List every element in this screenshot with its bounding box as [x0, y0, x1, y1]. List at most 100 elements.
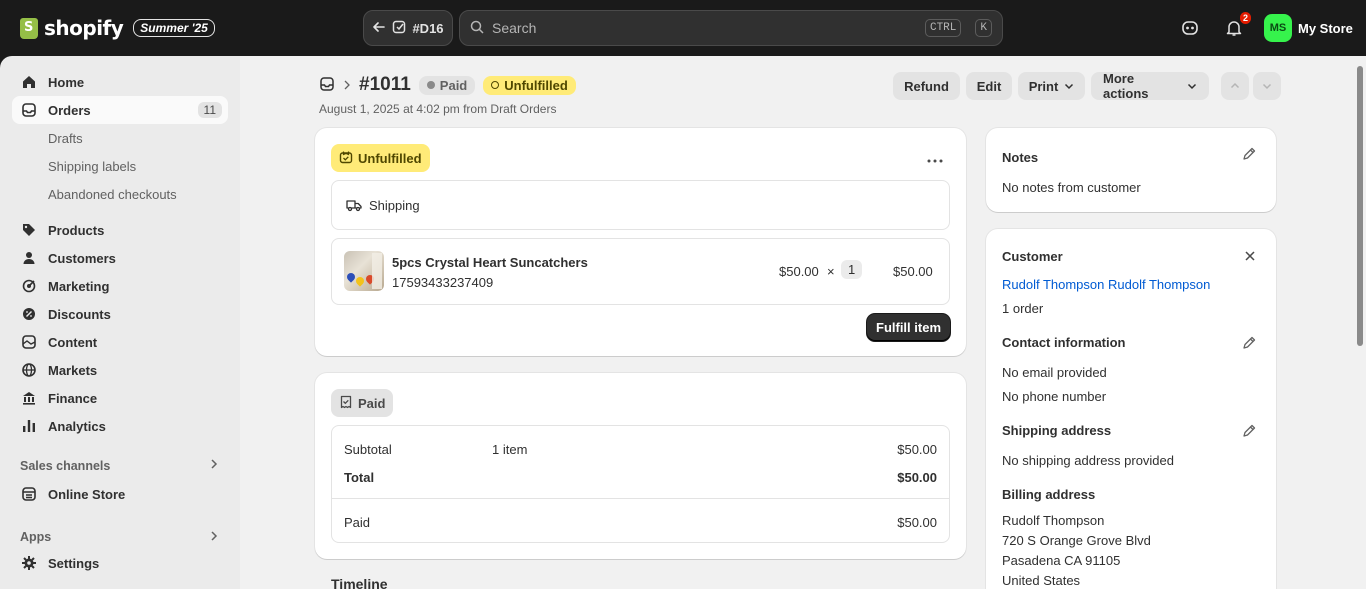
customer-orders-count[interactable]: 1 order — [1002, 301, 1043, 316]
fulfillment-status-badge: Unfulfilled — [483, 75, 576, 95]
close-icon[interactable] — [1244, 250, 1256, 265]
sidebar-item-products[interactable]: Products — [12, 216, 228, 244]
fulfill-item-button[interactable]: Fulfill item — [867, 314, 950, 341]
sidebar-item-customers[interactable]: Customers — [12, 244, 228, 272]
chevron-down-icon — [1262, 79, 1272, 94]
fulfillment-card: Unfulfilled Shipping 5pcs Crystal Heart … — [315, 128, 966, 356]
notification-count: 2 — [1239, 12, 1251, 24]
sidebar-item-label: Finance — [48, 390, 98, 406]
sidebar-item-settings[interactable]: Settings — [12, 549, 228, 577]
avatar: MS — [1264, 14, 1292, 42]
previous-order-button[interactable] — [1221, 72, 1249, 100]
product-name-link[interactable]: 5pcs Crystal Heart Suncatchers — [392, 255, 588, 270]
brand-name: shopify — [44, 16, 124, 40]
sidekick-icon[interactable] — [1178, 16, 1202, 40]
more-actions-button[interactable]: More actions — [1091, 71, 1209, 101]
search-input[interactable]: Search — [492, 20, 911, 36]
back-to-draft-button[interactable]: #D16 — [363, 10, 453, 46]
sidebar-item-finance[interactable]: Finance — [12, 384, 228, 412]
badge-label: Paid — [439, 77, 468, 93]
pencil-icon[interactable] — [1242, 147, 1258, 163]
edition-badge[interactable]: Summer '25 — [133, 19, 215, 37]
unfulfilled-badge: Unfulfilled — [331, 144, 430, 172]
shortcut-ctrl: CTRL — [924, 19, 962, 37]
sidebar-item-label: Marketing — [48, 278, 110, 294]
arrow-left-icon — [372, 20, 386, 37]
tag-icon — [20, 221, 38, 239]
sidebar-item-label: Orders — [48, 102, 91, 118]
sidebar-item-content[interactable]: Content — [12, 328, 228, 356]
next-order-button[interactable] — [1253, 72, 1281, 100]
sidebar-item-orders[interactable]: Orders 11 — [12, 96, 228, 124]
billing-line: Pasadena CA 91105 — [1002, 553, 1121, 568]
notes-text: No notes from customer — [1002, 180, 1141, 195]
pencil-icon[interactable] — [1242, 424, 1258, 440]
payment-card: Paid Subtotal 1 item $50.00 Total $50.00… — [315, 373, 966, 559]
apps-header[interactable]: Apps — [20, 530, 220, 544]
heart-crystal-decoration — [354, 275, 366, 287]
product-sku: 17593433237409 — [392, 275, 494, 290]
sidebar-item-label: Content — [48, 334, 98, 350]
sidebar-item-shipping-labels[interactable]: Shipping labels — [48, 152, 136, 180]
sales-channels-header[interactable]: Sales channels — [20, 458, 220, 473]
gear-icon — [20, 554, 38, 572]
sidebar-item-online-store[interactable]: Online Store — [12, 480, 228, 508]
page-header: #1011 Paid Unfulfilled — [319, 74, 576, 96]
sidebar-item-abandoned-checkouts[interactable]: Abandoned checkouts — [48, 180, 177, 208]
more-options-icon[interactable] — [927, 152, 943, 167]
shopify-logo[interactable]: shopify Summer '25 — [20, 16, 215, 40]
billing-line: 720 S Orange Grove Blvd — [1002, 533, 1151, 548]
breadcrumb-separator-icon — [343, 78, 351, 93]
badge-label: Paid — [358, 395, 386, 411]
edit-button[interactable]: Edit — [966, 72, 1012, 100]
draft-id: #D16 — [412, 20, 444, 36]
bell-icon[interactable]: 2 — [1222, 12, 1251, 40]
bank-icon — [20, 389, 38, 407]
customer-title: Customer — [1002, 249, 1063, 264]
scrollbar-thumb[interactable] — [1357, 66, 1363, 346]
divider — [332, 498, 949, 499]
button-label: More actions — [1103, 71, 1149, 101]
customer-card: Customer Rudolf Thompson Rudolf Thompson… — [986, 229, 1276, 589]
globe-icon — [20, 361, 38, 379]
sidebar: Home Orders 11 Drafts Shipping labels Ab… — [0, 56, 240, 589]
paid-label: Paid — [344, 515, 371, 530]
contact-phone: No phone number — [1002, 389, 1107, 404]
store-menu[interactable]: MS My Store — [1264, 14, 1353, 42]
top-bar: shopify Summer '25 #D16 Search CTRL K 2 … — [0, 0, 1366, 56]
orders-icon[interactable] — [319, 76, 335, 95]
sidebar-item-marketing[interactable]: Marketing — [12, 272, 228, 300]
line-item-row: 5pcs Crystal Heart Suncatchers 175934332… — [331, 238, 950, 305]
sidebar-item-home[interactable]: Home — [12, 68, 228, 96]
search-bar[interactable]: Search CTRL K — [459, 10, 1003, 46]
pencil-icon[interactable] — [1242, 336, 1258, 352]
sidebar-item-drafts[interactable]: Drafts — [48, 124, 83, 152]
product-thumbnail[interactable] — [344, 251, 384, 291]
total-value: $50.00 — [897, 470, 937, 485]
shopify-bag-icon — [20, 17, 38, 39]
paid-value: $50.00 — [897, 515, 937, 530]
storefront-icon — [20, 485, 38, 503]
main-content: #1011 Paid Unfulfilled August 1, 2025 at… — [240, 56, 1366, 589]
chevron-up-icon — [1230, 79, 1240, 94]
refund-button[interactable]: Refund — [893, 72, 960, 100]
status-dot-icon — [426, 81, 435, 89]
order-subtitle: August 1, 2025 at 4:02 pm from Draft Ord… — [319, 102, 557, 116]
total-label: Total — [344, 470, 375, 485]
sidebar-item-label: Analytics — [48, 418, 106, 434]
billing-address-title: Billing address — [1002, 487, 1096, 502]
notes-card: Notes No notes from customer — [986, 128, 1276, 212]
billing-line: Rudolf Thompson — [1002, 513, 1105, 528]
line-total: $50.00 — [893, 264, 933, 279]
sidebar-item-markets[interactable]: Markets — [12, 356, 228, 384]
notes-title: Notes — [1002, 150, 1039, 165]
sidebar-item-label: Markets — [48, 362, 98, 378]
sidebar-item-label: Products — [48, 222, 105, 238]
multiply-sign: × — [827, 264, 835, 279]
sidebar-item-discounts[interactable]: Discounts — [12, 300, 228, 328]
customer-name-link[interactable]: Rudolf Thompson Rudolf Thompson — [1002, 277, 1210, 292]
orders-icon — [20, 101, 38, 119]
sidebar-item-analytics[interactable]: Analytics — [12, 412, 228, 440]
contact-info-title: Contact information — [1002, 335, 1126, 350]
print-button[interactable]: Print — [1018, 72, 1085, 100]
